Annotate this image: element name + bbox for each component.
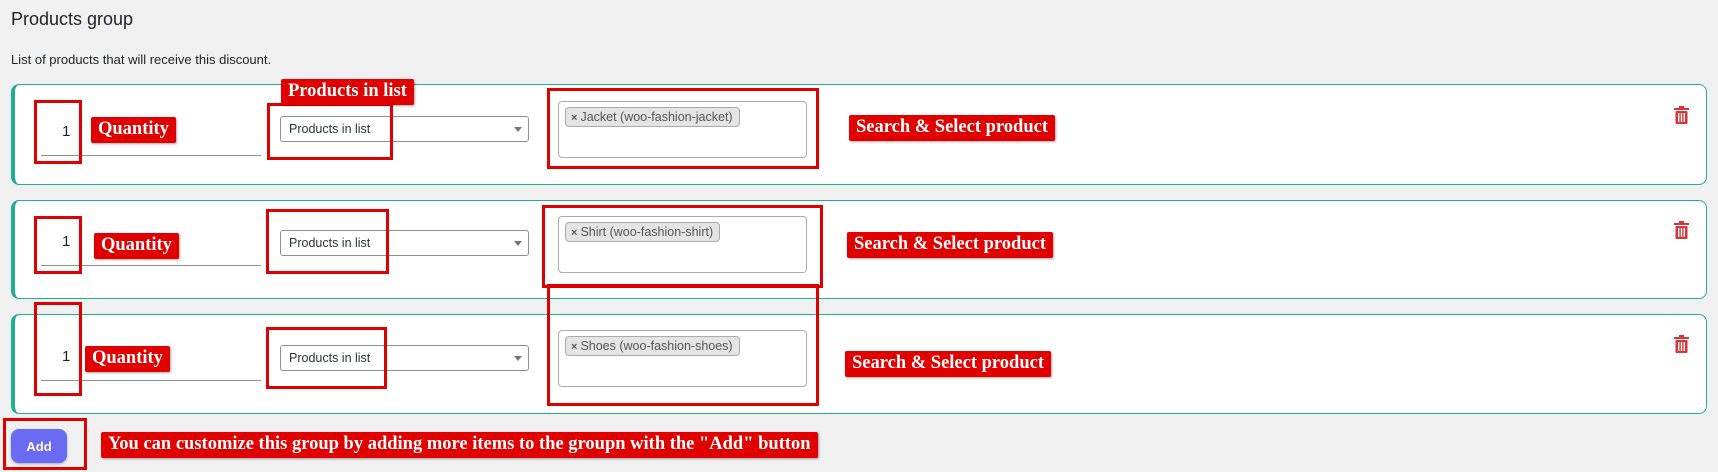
- condition-select-value: Products in list: [289, 236, 371, 250]
- annotation-search-select: Search & Select product: [845, 351, 1052, 377]
- annotation-quantity: Quantity: [94, 233, 179, 259]
- annotation-search-select: Search & Select product: [847, 232, 1054, 258]
- annotation-quantity: Quantity: [85, 346, 170, 372]
- product-tag: × Shirt (woo-fashion-shirt): [565, 222, 721, 242]
- annotation-search-select: Search & Select product: [849, 115, 1056, 141]
- tag-remove-icon[interactable]: ×: [571, 341, 577, 353]
- product-search-select[interactable]: × Shoes (woo-fashion-shoes): [558, 330, 807, 387]
- condition-select[interactable]: Products in list: [280, 345, 529, 371]
- annotation-add-hint: You can customize this group by adding m…: [101, 432, 818, 458]
- quantity-value: 1: [62, 123, 71, 140]
- condition-select-value: Products in list: [289, 351, 371, 365]
- product-search-select[interactable]: × Jacket (woo-fashion-jacket): [558, 101, 807, 158]
- condition-select-value: Products in list: [289, 122, 371, 136]
- chevron-down-icon: [514, 356, 522, 361]
- product-tag-label: Shoes (woo-fashion-shoes): [580, 339, 733, 353]
- quantity-value: 1: [62, 233, 71, 250]
- trash-icon[interactable]: [1674, 221, 1689, 239]
- tag-remove-icon[interactable]: ×: [571, 227, 577, 239]
- quantity-value: 1: [62, 348, 71, 365]
- trash-icon[interactable]: [1674, 106, 1689, 124]
- annotation-products-in-list: Products in list: [281, 79, 414, 105]
- product-tag: × Jacket (woo-fashion-jacket): [565, 107, 740, 127]
- product-tag-label: Jacket (woo-fashion-jacket): [580, 110, 733, 124]
- condition-select[interactable]: Products in list: [280, 230, 529, 256]
- product-search-select[interactable]: × Shirt (woo-fashion-shirt): [558, 216, 807, 273]
- add-button[interactable]: Add: [11, 429, 67, 463]
- annotation-quantity: Quantity: [91, 117, 176, 143]
- product-tag: × Shoes (woo-fashion-shoes): [565, 336, 740, 356]
- chevron-down-icon: [514, 127, 522, 132]
- tag-remove-icon[interactable]: ×: [571, 112, 577, 124]
- section-description: List of products that will receive this …: [11, 52, 272, 67]
- trash-icon[interactable]: [1674, 335, 1689, 353]
- condition-select[interactable]: Products in list: [280, 116, 529, 142]
- section-title: Products group: [11, 9, 134, 29]
- chevron-down-icon: [514, 241, 522, 246]
- product-tag-label: Shirt (woo-fashion-shirt): [580, 225, 714, 239]
